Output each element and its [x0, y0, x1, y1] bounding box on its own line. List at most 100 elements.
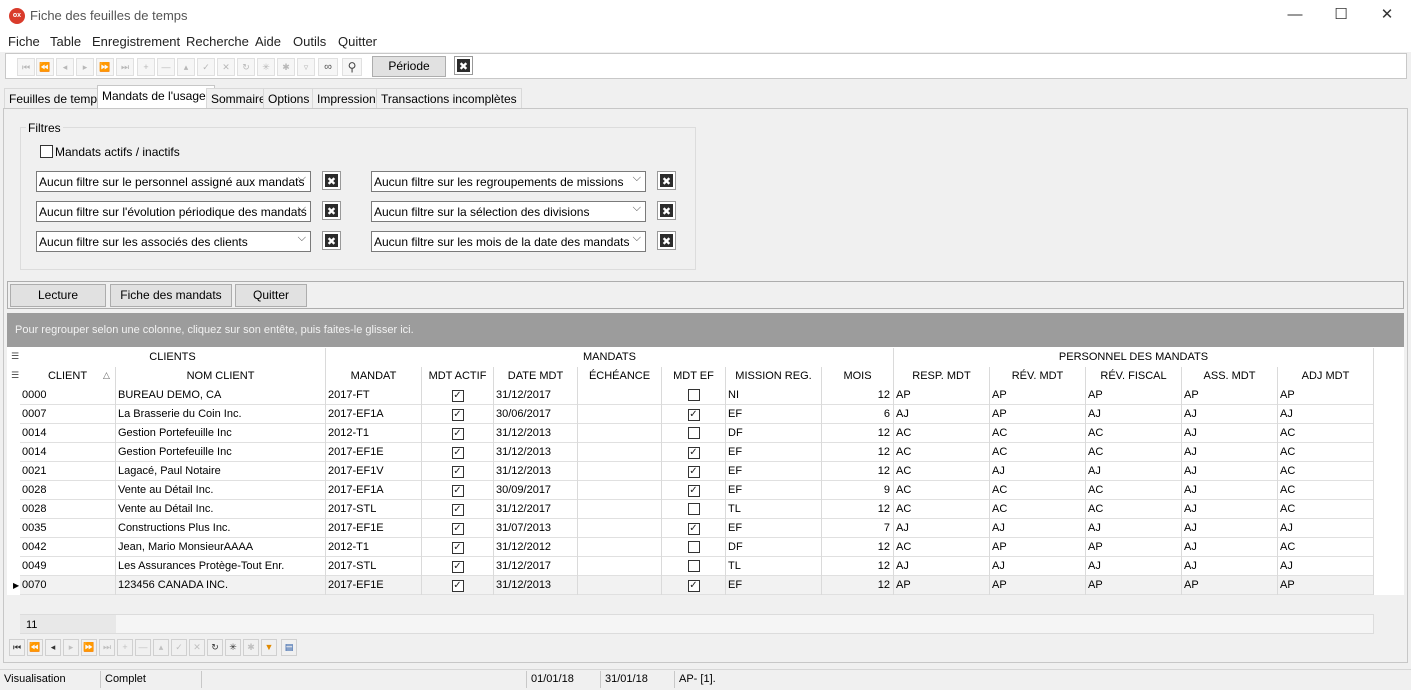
cell-adj-mdt[interactable]: AC [1278, 481, 1374, 500]
cell-rev-mdt[interactable]: AP [990, 405, 1086, 424]
cell-client[interactable]: 0014 [20, 424, 116, 443]
checkbox-checked[interactable]: ✓ [687, 523, 700, 535]
checkbox-checked[interactable]: ✓ [451, 466, 464, 478]
nav-last-icon[interactable]: ⏭ [99, 639, 115, 656]
cell-echeance[interactable] [578, 576, 662, 595]
cell-mois[interactable]: 12 [822, 500, 894, 519]
column-header-date-mdt[interactable]: DATE MDT [494, 367, 578, 386]
cell-nom-client[interactable]: Gestion Portefeuille Inc [116, 424, 326, 443]
cell-mission-reg[interactable]: EF [726, 405, 822, 424]
cell-ass-mdt[interactable]: AJ [1182, 519, 1278, 538]
cell-mois[interactable]: 12 [822, 386, 894, 405]
cell-rev-mdt[interactable]: AJ [990, 557, 1086, 576]
column-menu-icon[interactable]: ☰ [11, 370, 19, 381]
cell-rev-mdt[interactable]: AC [990, 424, 1086, 443]
insert-icon[interactable]: + [137, 58, 155, 76]
lecture-button[interactable]: Lecture [10, 284, 106, 307]
column-header-resp-mdt[interactable]: RESP. MDT [894, 367, 990, 386]
checkbox-checked[interactable]: ✓ [451, 390, 464, 402]
cell-mdt-ef[interactable]: ✓ [662, 519, 726, 538]
cell-date-mdt[interactable]: 31/12/2013 [494, 424, 578, 443]
cell-date-mdt[interactable]: 31/12/2017 [494, 386, 578, 405]
filter-divisions-select[interactable]: Aucun filtre sur la sélection des divisi… [371, 201, 646, 222]
next-icon[interactable]: ▸ [76, 58, 94, 76]
menu-fiche[interactable]: Fiche [8, 34, 40, 49]
band-menu-icon[interactable]: ☰ [11, 351, 19, 362]
clear-filter-regroupements-icon[interactable]: ✖ [657, 171, 676, 190]
cell-nom-client[interactable]: La Brasserie du Coin Inc. [116, 405, 326, 424]
cell-mois[interactable]: 12 [822, 576, 894, 595]
cell-ass-mdt[interactable]: AJ [1182, 443, 1278, 462]
column-header-client[interactable]: CLIENT [20, 367, 116, 386]
column-header-mois[interactable]: MOIS [822, 367, 894, 386]
cell-rev-fiscal[interactable]: AP [1086, 386, 1182, 405]
nav-delete-icon[interactable]: — [135, 639, 151, 656]
cell-ass-mdt[interactable]: AP [1182, 386, 1278, 405]
cell-echeance[interactable] [578, 500, 662, 519]
clear-filter-mois-icon[interactable]: ✖ [657, 231, 676, 250]
cell-adj-mdt[interactable]: AJ [1278, 557, 1374, 576]
cell-resp-mdt[interactable]: AP [894, 576, 990, 595]
checkbox-unchecked[interactable] [687, 389, 700, 401]
cell-mois[interactable]: 12 [822, 462, 894, 481]
cell-resp-mdt[interactable]: AP [894, 386, 990, 405]
cell-resp-mdt[interactable]: AC [894, 538, 990, 557]
nav-filter-icon[interactable]: ▼ [261, 639, 277, 656]
cell-mission-reg[interactable]: DF [726, 424, 822, 443]
cell-rev-fiscal[interactable]: AC [1086, 500, 1182, 519]
cell-mdt-ef[interactable] [662, 538, 726, 557]
cell-resp-mdt[interactable]: AC [894, 481, 990, 500]
cell-mdt-actif[interactable]: ✓ [422, 462, 494, 481]
cell-date-mdt[interactable]: 31/07/2013 [494, 519, 578, 538]
cell-mission-reg[interactable]: TL [726, 500, 822, 519]
cell-rev-mdt[interactable]: AC [990, 500, 1086, 519]
nav-prev-page-icon[interactable]: ⏪ [27, 639, 43, 656]
nav-next-page-icon[interactable]: ⏩ [81, 639, 97, 656]
menu-recherche[interactable]: Recherche [186, 34, 249, 49]
cell-ass-mdt[interactable]: AJ [1182, 538, 1278, 557]
nav-cancel-icon[interactable]: ✕ [189, 639, 205, 656]
filter-mois-select[interactable]: Aucun filtre sur les mois de la date des… [371, 231, 646, 252]
fiche-mandats-button[interactable]: Fiche des mandats [110, 284, 232, 307]
menu-table[interactable]: Table [50, 34, 81, 49]
cell-mois[interactable]: 12 [822, 443, 894, 462]
cell-date-mdt[interactable]: 30/06/2017 [494, 405, 578, 424]
post-icon[interactable]: ✓ [197, 58, 215, 76]
cell-client[interactable]: 0049 [20, 557, 116, 576]
cell-ass-mdt[interactable]: AJ [1182, 481, 1278, 500]
cell-mission-reg[interactable]: EF [726, 519, 822, 538]
menu-quitter[interactable]: Quitter [338, 34, 377, 49]
nav-next-icon[interactable]: ▸ [63, 639, 79, 656]
cell-mdt-ef[interactable] [662, 500, 726, 519]
cell-echeance[interactable] [578, 424, 662, 443]
checkbox-unchecked[interactable] [687, 541, 700, 553]
cell-nom-client[interactable]: Les Assurances Protège-Tout Enr. [116, 557, 326, 576]
cell-mdt-ef[interactable] [662, 557, 726, 576]
cell-resp-mdt[interactable]: AJ [894, 557, 990, 576]
cell-adj-mdt[interactable]: AC [1278, 500, 1374, 519]
cell-mandat[interactable]: 2017-EF1A [326, 405, 422, 424]
clear-filter-evolution-icon[interactable]: ✖ [322, 201, 341, 220]
nav-insert-icon[interactable]: + [117, 639, 133, 656]
cell-ass-mdt[interactable]: AJ [1182, 500, 1278, 519]
table-row[interactable]: 0070 123456 CANADA INC. 2017-EF1E ✓ 31/12/20… [20, 576, 1374, 595]
cell-client[interactable]: 0028 [20, 481, 116, 500]
cell-mois[interactable]: 9 [822, 481, 894, 500]
checkbox-checked[interactable]: ✓ [451, 485, 464, 497]
cell-rev-fiscal[interactable]: AJ [1086, 557, 1182, 576]
cell-resp-mdt[interactable]: AC [894, 443, 990, 462]
cell-client[interactable]: 0042 [20, 538, 116, 557]
column-header-adj-mdt[interactable]: ADJ MDT [1278, 367, 1374, 386]
cell-mission-reg[interactable]: EF [726, 576, 822, 595]
cell-client[interactable]: 0070 [20, 576, 116, 595]
cell-mdt-ef[interactable]: ✓ [662, 405, 726, 424]
cell-mois[interactable]: 12 [822, 538, 894, 557]
periode-button[interactable]: Période [372, 56, 446, 77]
band-clients[interactable]: CLIENTS [20, 348, 326, 367]
cell-nom-client[interactable]: Constructions Plus Inc. [116, 519, 326, 538]
cell-adj-mdt[interactable]: AC [1278, 424, 1374, 443]
cell-mdt-ef[interactable]: ✓ [662, 462, 726, 481]
cell-mandat[interactable]: 2017-EF1A [326, 481, 422, 500]
table-row[interactable]: 0021 Lagacé, Paul Notaire 2017-EF1V ✓ 31/12/… [20, 462, 1374, 481]
table-row[interactable]: 0049 Les Assurances Protège-Tout Enr. 2017… [20, 557, 1374, 576]
